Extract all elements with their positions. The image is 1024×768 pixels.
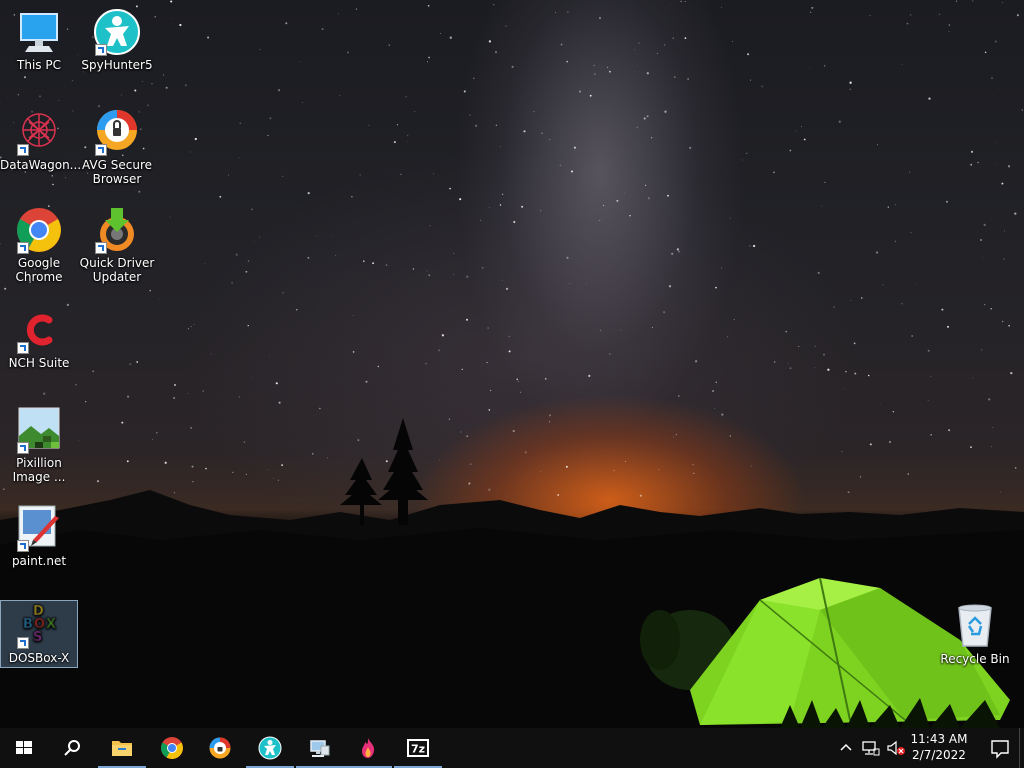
shortcut-arrow-icon: [95, 144, 107, 156]
desktop-icon-paint-net[interactable]: paint.net: [0, 504, 78, 572]
monitor-icon: [15, 8, 63, 56]
clock-date: 2/7/2022: [912, 748, 966, 762]
notification-icon: [991, 740, 1009, 759]
search-icon: [64, 740, 80, 756]
desktop-icon-spyhunter5[interactable]: SpyHunter5: [78, 8, 156, 76]
show-hidden-icons-button[interactable]: [834, 728, 858, 768]
taskbar-7-zip[interactable]: 7z: [394, 728, 442, 768]
shortcut-arrow-icon: [95, 242, 107, 254]
network-tray-button[interactable]: [858, 728, 884, 768]
chevron-up-icon: [840, 743, 852, 751]
flame-icon: [362, 738, 375, 758]
svg-text:7z: 7z: [411, 743, 425, 756]
desktop-icon-datawagon[interactable]: DataWagon...: [0, 108, 82, 176]
clock-time: 11:43 AM: [910, 732, 968, 746]
taskbar-network-computer[interactable]: [296, 728, 344, 768]
desktop-icon-label: paint.net: [11, 554, 67, 568]
driver-updater-icon: [93, 206, 141, 254]
taskbar-google-chrome[interactable]: [148, 728, 196, 768]
taskbar-flame-app[interactable]: [344, 728, 392, 768]
desktop-icon-recycle-bin[interactable]: Recycle Bin: [936, 602, 1014, 670]
desktop-icon-label: DOSBox-X: [8, 651, 70, 665]
paint-net-icon: [15, 504, 63, 552]
start-button[interactable]: [0, 728, 48, 768]
folder-icon: [112, 741, 132, 756]
shortcut-arrow-icon: [17, 540, 29, 552]
pixillion-icon: [15, 406, 63, 454]
desktop-icon-label: This PC: [17, 58, 61, 72]
desktop-icon-label: Google Chrome: [15, 256, 63, 284]
taskbar-spyhunter5[interactable]: [246, 728, 294, 768]
windows-logo-icon: [16, 741, 32, 754]
svg-text:B: B: [23, 617, 33, 632]
shortcut-arrow-icon: [17, 442, 29, 454]
shortcut-arrow-icon: [17, 637, 29, 649]
desktop-icon-label: Quick Driver Updater: [79, 256, 155, 284]
chrome-icon: [161, 737, 183, 759]
taskbar-file-explorer[interactable]: [98, 728, 146, 768]
shortcut-arrow-icon: [17, 242, 29, 254]
desktop-icon-label: Recycle Bin: [940, 652, 1010, 666]
desktop-icon-this-pc[interactable]: This PC: [0, 8, 78, 76]
nch-suite-icon: [15, 306, 63, 354]
desktop-icon-avg-secure-browser[interactable]: AVG Secure Browser: [78, 108, 156, 190]
taskbar: 7z 11:43 AM 2/7/2022: [0, 728, 1024, 768]
desktop-icon-dosbox-x[interactable]: D B O X S DOSBox-X: [0, 600, 78, 668]
desktop-icon-google-chrome[interactable]: Google Chrome: [0, 206, 78, 288]
action-center-button[interactable]: [976, 728, 1024, 768]
spyhunter-icon: [93, 8, 141, 56]
7z-icon: 7z: [407, 739, 429, 757]
shortcut-arrow-icon: [17, 342, 29, 354]
spyhunter-icon: [258, 736, 282, 760]
desktop-icon-nch-suite[interactable]: NCH Suite: [0, 306, 78, 374]
shortcut-arrow-icon: [95, 44, 107, 56]
desktop-icon-quick-driver-updater[interactable]: Quick Driver Updater: [78, 206, 156, 288]
desktop-icon-label: AVG Secure Browser: [81, 158, 153, 186]
avg-browser-icon: [93, 108, 141, 156]
recycle-bin-icon: [951, 602, 999, 650]
svg-text:X: X: [46, 617, 56, 632]
computer-icon: [310, 740, 330, 757]
desktop-icon-label: SpyHunter5: [81, 58, 153, 72]
shortcut-arrow-icon: [17, 144, 29, 156]
taskbar-avg-secure-browser[interactable]: [196, 728, 244, 768]
dosbox-icon: D B O X S: [15, 601, 63, 649]
network-icon: [862, 741, 880, 756]
datawagon-icon: [15, 108, 63, 156]
desktop-icon-pixillion-image[interactable]: Pixillion Image ...: [0, 406, 78, 488]
desktop-icon-label: Pixillion Image ...: [12, 456, 66, 484]
avg-browser-icon: [209, 737, 231, 759]
desktop-icon-label: DataWagon...: [0, 158, 82, 172]
show-desktop-button[interactable]: [1019, 728, 1024, 768]
desktop-icon-label: NCH Suite: [8, 356, 70, 370]
search-button[interactable]: [48, 728, 96, 768]
svg-text:S: S: [33, 630, 42, 645]
desktop[interactable]: This PC SpyHunter5 DataWagon... AVG Secu…: [0, 0, 1024, 728]
chrome-icon: [15, 206, 63, 254]
